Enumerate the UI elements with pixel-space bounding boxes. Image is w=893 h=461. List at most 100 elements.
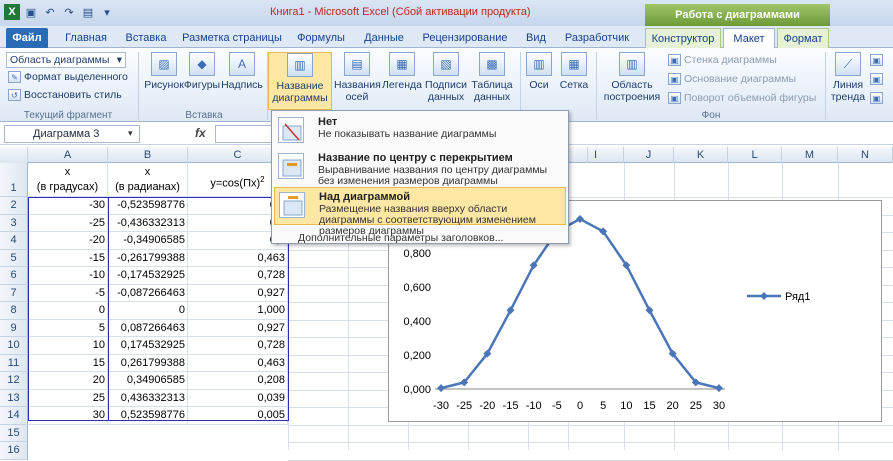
picture-button[interactable]: ▨ Рисунок (143, 52, 185, 91)
undo-icon[interactable]: ↶ (42, 4, 58, 20)
format-icon: ✎ (8, 71, 21, 83)
column-header-a[interactable]: A (28, 147, 108, 163)
tab-formulas[interactable]: Формулы (292, 28, 350, 48)
row-header-3[interactable]: 3 (0, 214, 28, 232)
textbox-button[interactable]: A Надпись (220, 52, 264, 91)
chart-title-button[interactable]: ▥ Название диаграммы (268, 52, 332, 110)
plot-area-icon: ▥ (619, 52, 645, 76)
tab-review[interactable]: Рецензирование (418, 28, 512, 48)
row-header-11[interactable]: 11 (0, 354, 28, 372)
row-header-15[interactable]: 15 (0, 424, 28, 442)
lines-button[interactable]: ▣ (870, 54, 883, 66)
y-tick-label: 0,200 (403, 350, 431, 362)
y-tick-label: 0,600 (403, 282, 431, 294)
row-header-14[interactable]: 14 (0, 407, 28, 425)
tab-format[interactable]: Формат (777, 28, 829, 48)
column-header-m[interactable]: M (782, 147, 838, 163)
chart-tools-title: Работа с диаграммами (645, 4, 830, 26)
tab-design[interactable]: Конструктор (645, 28, 721, 48)
data-labels-button[interactable]: ▧ Подписи данных (424, 52, 468, 103)
row-header-8[interactable]: 8 (0, 302, 28, 320)
centered-overlay-title-icon (278, 153, 304, 179)
row-header-5[interactable]: 5 (0, 249, 28, 267)
x-tick-label: 15 (643, 400, 655, 412)
menu-item-above-chart[interactable]: Над диаграммой Размещение названия вверх… (274, 187, 566, 237)
tab-insert[interactable]: Вставка (120, 28, 172, 48)
name-box[interactable]: Диаграмма 3 (4, 125, 140, 143)
x-tick-label: -20 (479, 400, 495, 412)
legend-button[interactable]: ▦ Легенда (380, 52, 424, 91)
row-header-12[interactable]: 12 (0, 372, 28, 390)
column-header-n[interactable]: N (838, 147, 893, 163)
excel-logo-icon[interactable]: X (4, 4, 20, 20)
row-header-1[interactable]: 1 (0, 163, 28, 197)
redo-icon[interactable]: ↷ (61, 4, 77, 20)
series-line[interactable] (440, 217, 720, 390)
x-tick-label: -5 (552, 400, 562, 412)
column-header-b[interactable]: B (108, 147, 188, 163)
row-header-9[interactable]: 9 (0, 319, 28, 337)
3d-rotation-button[interactable]: ▣ Поворот объемной фигуры (668, 92, 816, 104)
cell-c1-superscript: 2 (260, 175, 265, 184)
chart-title-dropdown: Нет Не показывать название диаграммы Наз… (271, 110, 569, 244)
no-title-icon (278, 117, 304, 143)
row-header-6[interactable]: 6 (0, 267, 28, 285)
shapes-button[interactable]: ◆ Фигуры (183, 52, 221, 91)
data-point[interactable] (715, 384, 723, 393)
format-selection-button[interactable]: ✎ Формат выделенного (8, 71, 128, 83)
print-preview-icon[interactable]: ▤ (80, 4, 96, 20)
tab-data[interactable]: Данные (358, 28, 410, 48)
tab-home[interactable]: Главная (58, 28, 114, 48)
error-bars-button[interactable]: ▣ (870, 92, 883, 104)
menu-item-none[interactable]: Нет Не показывать название диаграммы (274, 113, 566, 151)
axes-button[interactable]: ▥ Оси (524, 52, 554, 91)
save-icon[interactable]: ▣ (23, 4, 39, 20)
row-header-13[interactable]: 13 (0, 389, 28, 407)
cell-a1[interactable]: x (в градусах) (28, 163, 108, 197)
menu-item-centered-overlay[interactable]: Название по центру с перекрытием Выравни… (274, 149, 566, 187)
tab-view[interactable]: Вид (520, 28, 552, 48)
chart-wall-button[interactable]: ▣ Стенка диаграммы (668, 54, 777, 66)
row-header-2[interactable]: 2 (0, 197, 28, 215)
x-tick-label: 10 (620, 400, 632, 412)
column-header-l[interactable]: L (728, 147, 782, 163)
tab-developer[interactable]: Разработчик (560, 28, 634, 48)
trendline-button[interactable]: ⟋ Линия тренда (828, 52, 868, 103)
reset-style-button[interactable]: ↺ Восстановить стиль (8, 89, 122, 101)
tab-file[interactable]: Файл (6, 28, 48, 48)
legend-label[interactable]: Ряд1 (785, 291, 810, 303)
select-all-corner[interactable] (0, 147, 28, 163)
row-header-10[interactable]: 10 (0, 337, 28, 355)
column-header-j[interactable]: J (624, 147, 674, 163)
axis-titles-button[interactable]: ▤ Названия осей (334, 52, 381, 103)
updown-bars-button[interactable]: ▣ (870, 73, 883, 85)
chevron-down-icon: ▾ (116, 54, 122, 66)
chart-floor-label: Основание диаграммы (684, 73, 797, 85)
lines-icon: ▣ (870, 54, 883, 66)
legend-marker (760, 292, 768, 300)
more-title-options-link[interactable]: Дополнительные параметры заголовков... (298, 232, 503, 244)
plot-area-button[interactable]: ▥ Область построения (600, 52, 664, 103)
chart-floor-button[interactable]: ▣ Основание диаграммы (668, 73, 796, 85)
column-header-k[interactable]: K (674, 147, 728, 163)
data-table-button[interactable]: ▩ Таблица данных (468, 52, 516, 103)
row-header-7[interactable]: 7 (0, 284, 28, 302)
row-header-16[interactable]: 16 (0, 442, 28, 460)
cell-b1[interactable]: x (в радианах) (108, 163, 188, 197)
ribbon-tabs: Файл Главная Вставка Разметка страницы Ф… (0, 26, 893, 48)
axis-titles-label: Названия осей (334, 79, 381, 103)
row-header-4[interactable]: 4 (0, 232, 28, 250)
customize-toolbar-icon[interactable]: ▾ (99, 4, 115, 20)
tab-layout[interactable]: Макет (723, 28, 775, 48)
column-header-i[interactable]: I (568, 147, 624, 163)
y-tick-label: 0,800 (403, 248, 431, 260)
name-box-dropdown-icon[interactable]: ▾ (128, 128, 133, 139)
formula-input[interactable] (215, 125, 275, 143)
gridlines-button[interactable]: ▦ Сетка (556, 52, 592, 91)
data-point[interactable] (437, 384, 445, 393)
group-label-current: Текущий фрагмент (23, 110, 113, 121)
chart-element-selector[interactable]: Область диаграммы ▾ (6, 52, 126, 68)
insert-function-icon[interactable]: fx (195, 126, 206, 140)
tab-page-layout[interactable]: Разметка страницы (180, 28, 284, 48)
menu-item-none-desc: Не показывать название диаграммы (318, 128, 497, 140)
